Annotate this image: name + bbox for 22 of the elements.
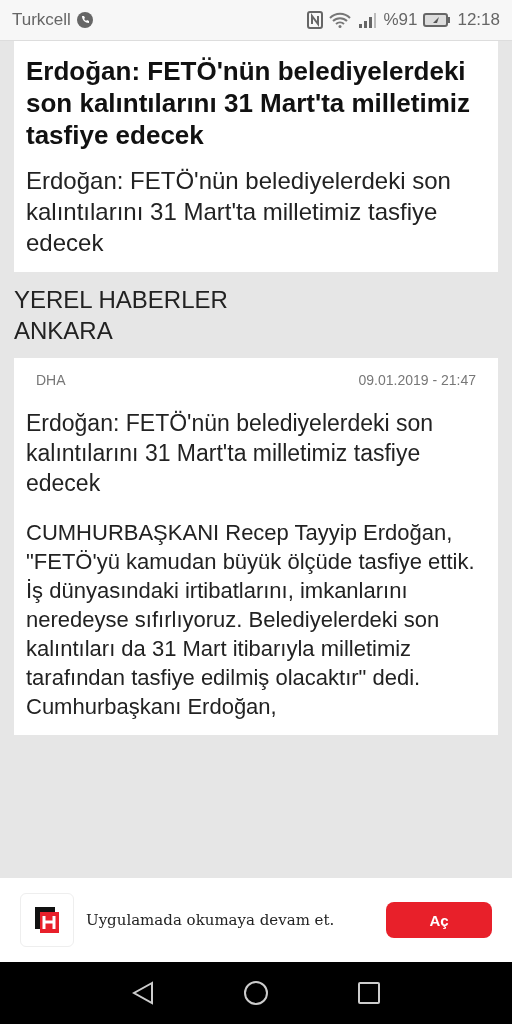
- article-headline: Erdoğan: FETÖ'nün belediyelerdeki son kalıntılarını 31 Mart'ta milletimiz tasfiye edecek: [26, 409, 435, 498]
- news-summary: Erdoğan: FETÖ'nün belediyelerdeki son kalıntılarını 31 Mart'ta milletimiz tasfiye edecek: [26, 166, 452, 258]
- banner-message: Uygulamada okumaya devam et.: [86, 910, 336, 931]
- signal-icon: [357, 12, 378, 28]
- article-body: CUMHURBAŞKANI Recep Tayyip Erdoğan, "FETÖ'yü kamudan büyük ölçüde tasfiye ettik. İş dünyasındaki irtibatlarını, imkanlarını neredeyse sıfırlıyoruz. Belediyelerdeki son kalıntıları da 31 Mart itibarıyla milletimiz tarafından tasfiye edilmiş olacaktır" dedi. Cumhurbaşkanı Erdoğan,: [26, 519, 476, 721]
- wifi-icon: [329, 12, 352, 28]
- home-icon[interactable]: [244, 981, 268, 1005]
- carrier-name: Turkcell: [12, 10, 71, 30]
- city-label: ANKARA: [14, 316, 114, 346]
- publish-date: 09.01.2019 - 21:47: [358, 372, 476, 388]
- nfc-icon: [307, 11, 324, 29]
- category-label: YEREL HABERLER: [14, 285, 229, 315]
- phone-icon: [76, 12, 93, 28]
- news-title[interactable]: Erdoğan: FETÖ'nün belediyelerdeki son kalıntılarını 31 Mart'ta milletimiz tasfiye edecek: [26, 55, 486, 151]
- clock-time: 12:18: [457, 10, 500, 30]
- battery-percent: %91: [383, 10, 418, 30]
- app-logo-icon: [20, 893, 74, 947]
- news-source: DHA: [36, 372, 66, 388]
- open-button[interactable]: Aç: [386, 902, 492, 938]
- battery-icon: [423, 13, 452, 27]
- recents-icon[interactable]: [358, 982, 380, 1004]
- back-icon[interactable]: [132, 981, 154, 1005]
